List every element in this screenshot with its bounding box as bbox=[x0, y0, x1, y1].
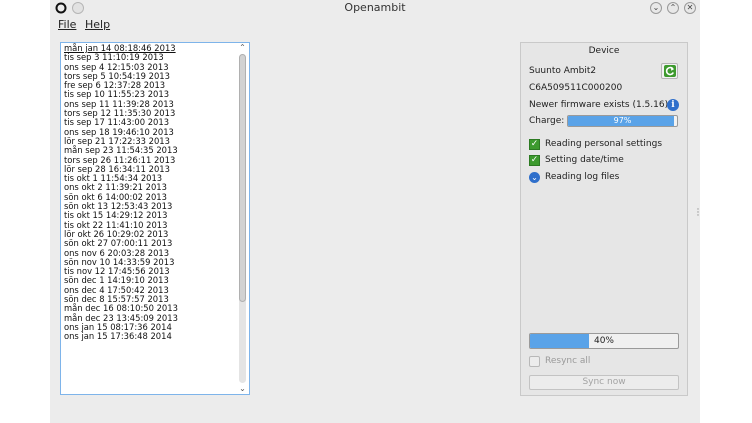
device-serial: C6A509511C000200 bbox=[529, 83, 623, 93]
info-icon[interactable]: i bbox=[667, 99, 679, 111]
sync-now-button[interactable]: Sync now bbox=[529, 375, 679, 390]
step-label: Reading log files bbox=[545, 172, 620, 182]
log-items: mån jan 14 08:18:46 2013 tis sep 3 11:10:… bbox=[64, 43, 239, 342]
scroll-thumb[interactable] bbox=[239, 54, 246, 302]
minimize-icon[interactable]: ⌄ bbox=[650, 2, 662, 14]
device-name: Suunto Ambit2 bbox=[529, 66, 597, 76]
step-label: Setting date/time bbox=[545, 155, 624, 165]
window-title: Openambit bbox=[344, 1, 406, 14]
menu-bar: File Help bbox=[50, 16, 700, 34]
check-icon: ✓ bbox=[529, 155, 540, 166]
charge-value: 97% bbox=[613, 116, 632, 125]
device-heading: Device bbox=[588, 46, 620, 56]
menu-help[interactable]: Help bbox=[85, 18, 110, 31]
log-entry[interactable]: ons jan 15 17:36:48 2014 bbox=[64, 331, 239, 341]
close-icon[interactable]: ✕ bbox=[684, 2, 696, 14]
device-panel: Device Suunto Ambit2 C6A509511C000200 Ne… bbox=[520, 42, 688, 396]
firmware-notice: Newer firmware exists (1.5.16) bbox=[529, 100, 669, 110]
log-scrollbar[interactable]: ⌃ ⌄ bbox=[237, 43, 248, 394]
scroll-down-icon[interactable]: ⌄ bbox=[237, 384, 248, 394]
charge-label: Charge: bbox=[529, 116, 565, 126]
refresh-icon bbox=[664, 65, 676, 77]
check-icon: ✓ bbox=[529, 139, 540, 150]
resync-label: Resync all bbox=[545, 356, 591, 366]
sync-progress-value: 40% bbox=[593, 336, 614, 346]
refresh-button[interactable] bbox=[661, 63, 678, 79]
scroll-track[interactable] bbox=[239, 54, 246, 383]
scroll-up-icon[interactable]: ⌃ bbox=[237, 43, 248, 53]
in-progress-icon: ⌄ bbox=[529, 172, 540, 183]
sync-progress-bar: 40% bbox=[529, 333, 679, 349]
charge-bar: 97% bbox=[567, 115, 678, 127]
menu-file[interactable]: File bbox=[58, 18, 76, 31]
log-list[interactable]: mån jan 14 08:18:46 2013 tis sep 3 11:10:… bbox=[60, 42, 250, 395]
splitter-grip-icon[interactable] bbox=[697, 207, 699, 217]
title-bar: Openambit ⌄ ⌃ ✕ bbox=[50, 0, 700, 16]
maximize-icon[interactable]: ⌃ bbox=[667, 2, 679, 14]
step-label: Reading personal settings bbox=[545, 139, 663, 149]
checkbox-box[interactable] bbox=[529, 356, 540, 367]
